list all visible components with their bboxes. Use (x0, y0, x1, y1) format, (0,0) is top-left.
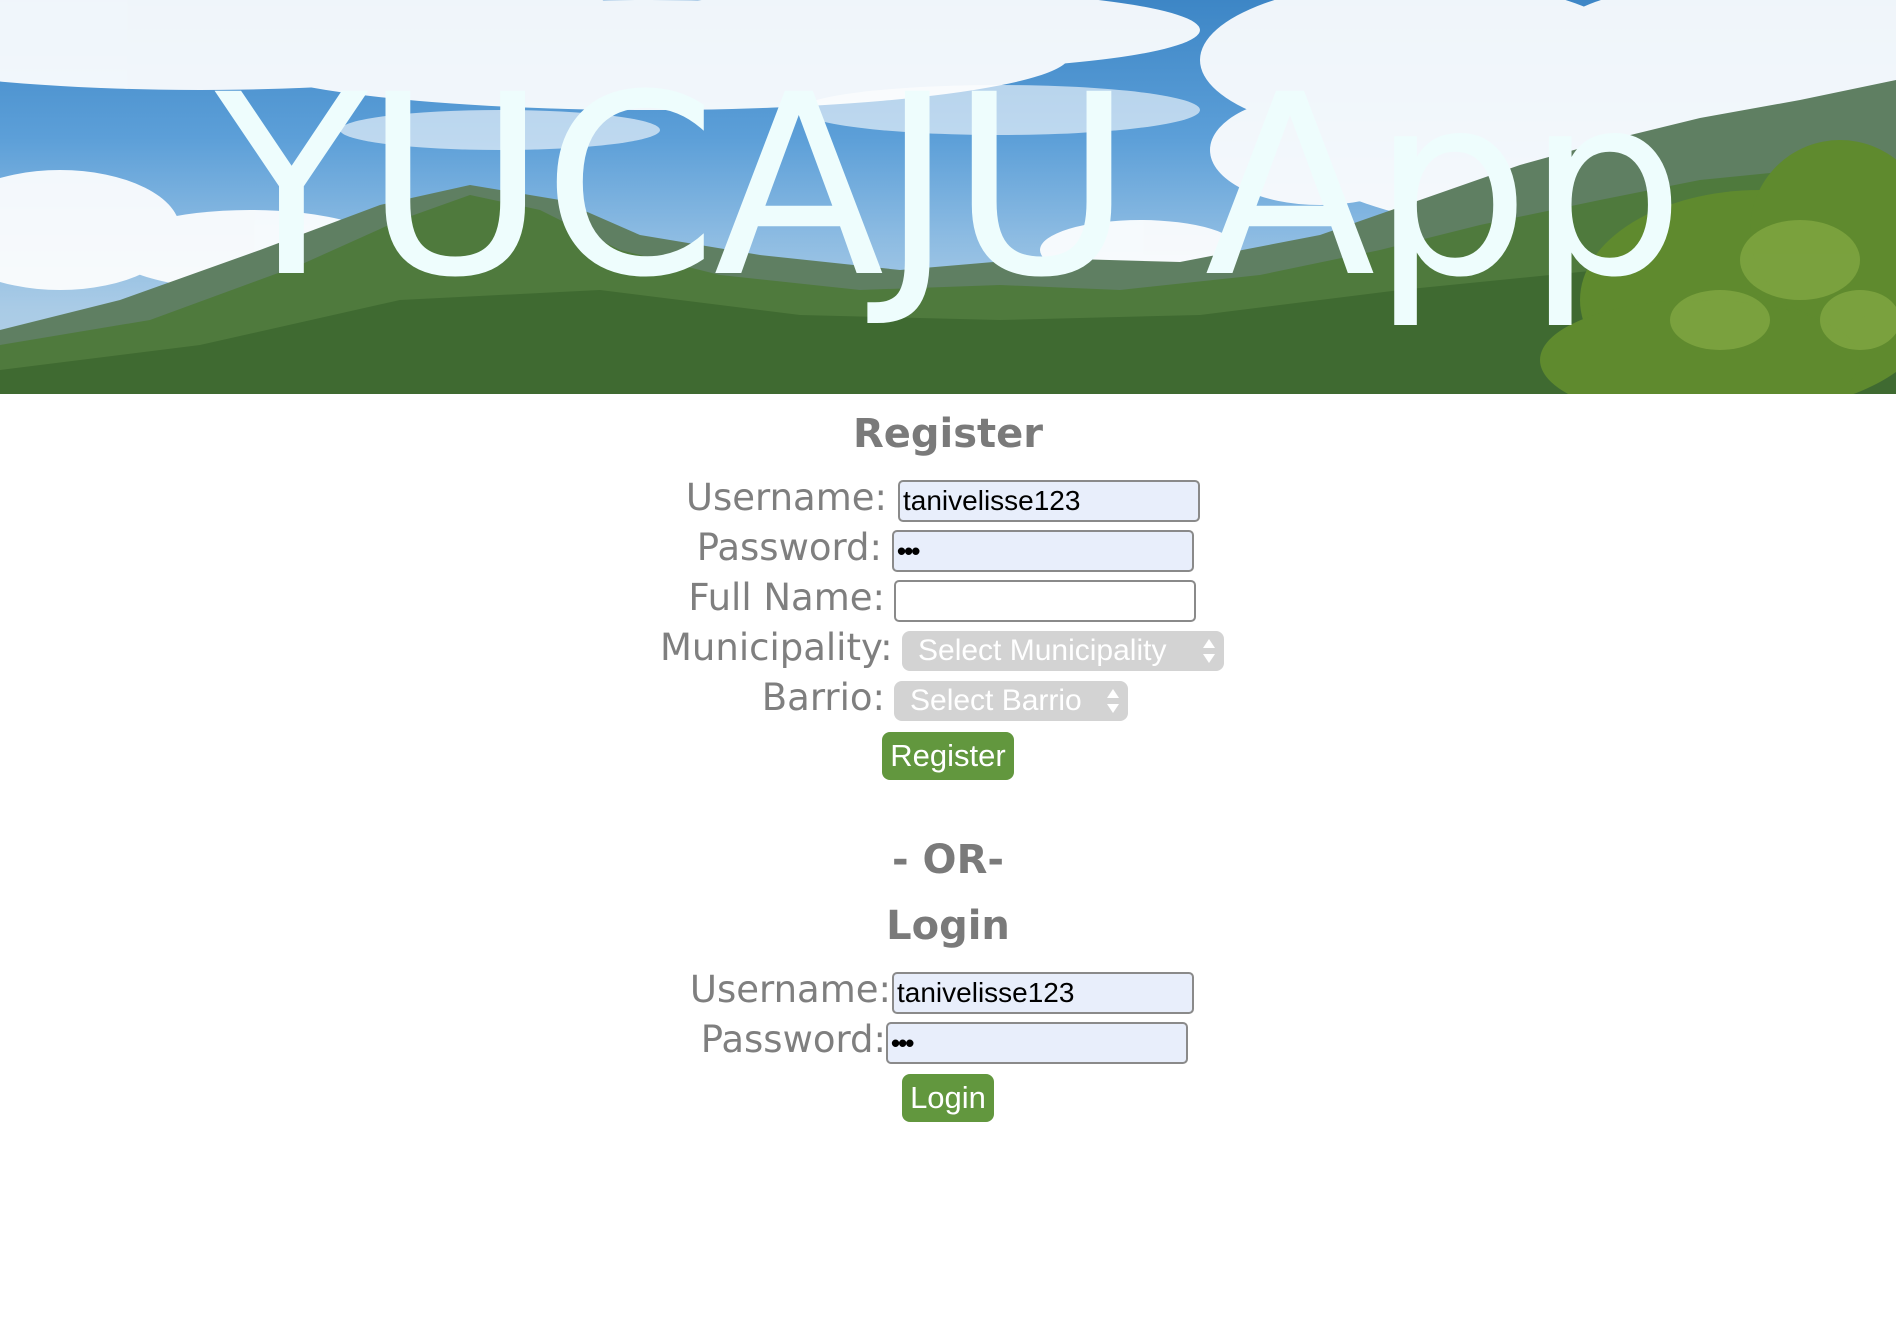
login-username-label: Username: (689, 968, 891, 1011)
app-title: YUCAJU App (215, 41, 1685, 332)
register-barrio-label: Barrio: (761, 676, 885, 719)
register-username-label: Username: (685, 476, 887, 519)
barrio-select[interactable]: Select Barrio (894, 681, 1128, 721)
register-heading: Register (852, 411, 1044, 457)
login-button[interactable]: Login (902, 1074, 994, 1122)
register-fullname-label: Full Name: (688, 576, 885, 619)
select-arrows-icon (1107, 689, 1119, 713)
register-button[interactable]: Register (882, 732, 1014, 780)
login-heading: Login (886, 903, 1010, 949)
register-username-input[interactable]: tanivelisse123 (898, 480, 1200, 522)
register-municipality-label: Municipality: (660, 626, 893, 669)
select-arrows-icon (1203, 639, 1215, 663)
register-fullname-input[interactable] (894, 580, 1196, 622)
login-password-label: Password: (700, 1018, 886, 1061)
municipality-select[interactable]: Select Municipality (902, 631, 1224, 671)
login-password-input[interactable]: ••• (886, 1022, 1188, 1064)
municipality-selected-value: Select Municipality (918, 634, 1167, 667)
or-separator: - OR- (892, 837, 1004, 883)
barrio-selected-value: Select Barrio (910, 684, 1082, 717)
register-password-input[interactable]: ••• (892, 530, 1194, 572)
header-banner: YUCAJU App (0, 0, 1896, 394)
register-password-label: Password: (696, 526, 882, 569)
login-username-input[interactable]: tanivelisse123 (892, 972, 1194, 1014)
